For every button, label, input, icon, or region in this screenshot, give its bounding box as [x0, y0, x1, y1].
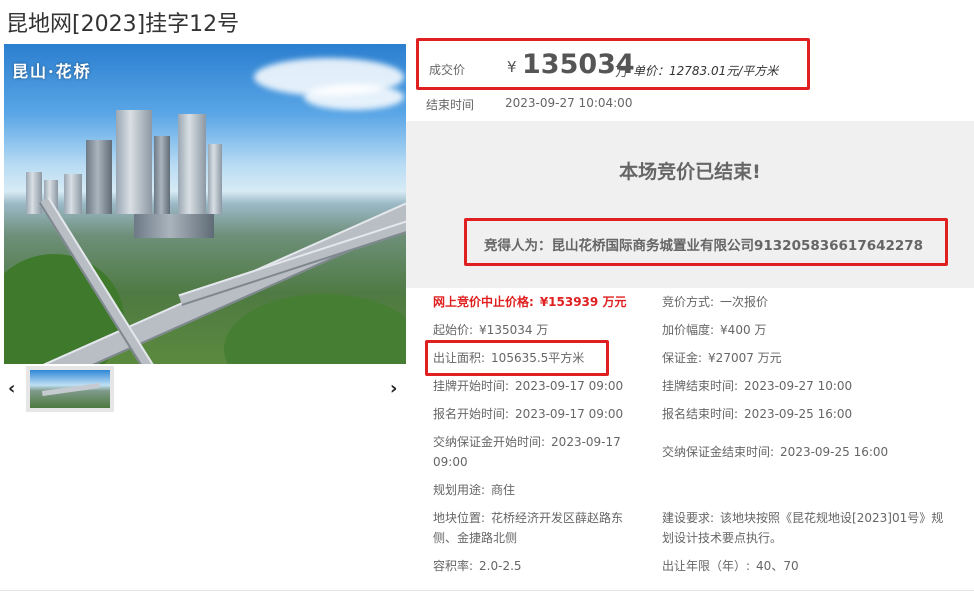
location-value: 花桥经济开发区薛赵路东 [491, 511, 624, 525]
location-value-line2: 侧、金捷路北侧 [433, 531, 518, 545]
bid-method-value: 一次报价 [720, 295, 769, 309]
divider [0, 590, 974, 591]
auction-ended-message: 本场竞价已结束! [619, 161, 761, 183]
deal-price-box: 成交价 ¥ 135034 万 单价：12783.01元/平方米 [416, 38, 810, 90]
main-photo[interactable]: 昆山·花桥 [4, 44, 406, 364]
cap-price-value: ¥153939 万元 [539, 295, 627, 309]
listing-start: 挂牌开始时间: 2023-09-17 09:00 [433, 376, 623, 396]
deposit-value: ¥27007 万元 [708, 351, 782, 365]
building [26, 172, 42, 214]
deposit-end-label: 交纳保证金结束时间: [662, 445, 775, 459]
signup-end: 报名结束时间: 2023-09-25 16:00 [662, 404, 852, 424]
cap-price-label: 网上竞价中止价格: [433, 295, 534, 309]
listing-end: 挂牌结束时间: 2023-09-27 10:00 [662, 376, 852, 396]
winner-text: 竞得人为：昆山花桥国际商务城置业有限公司913205836617642278 [484, 238, 924, 254]
deposit-end-value: 2023-09-25 16:00 [780, 445, 889, 459]
increment-label: 加价幅度: [662, 323, 715, 337]
start-price-value: ¥135034 万 [479, 323, 549, 337]
next-arrow-icon[interactable]: › [390, 378, 397, 399]
cloud [304, 84, 404, 110]
usage: 规划用途: 商住 [433, 480, 515, 500]
page-title: 昆地网[2023]挂字12号 [6, 12, 240, 37]
deposit: 保证金: ¥27007 万元 [662, 348, 782, 368]
requirement-line2: 划设计技术要点执行。 [662, 528, 782, 548]
deal-price-unit: 万 [615, 65, 629, 80]
location-line2: 侧、金捷路北侧 [433, 528, 517, 548]
building [64, 174, 82, 214]
prev-arrow-icon[interactable]: ‹ [8, 378, 15, 399]
listing-start-label: 挂牌开始时间: [433, 379, 510, 393]
bid-method-label: 竞价方式: [662, 295, 715, 309]
unit-price: 单价：12783.01元/平方米 [633, 64, 779, 78]
signup-start-label: 报名开始时间: [433, 407, 510, 421]
usage-label: 规划用途: [433, 483, 486, 497]
requirement: 建设要求: 该地块按照《昆花规地设[2023]01号》规 [662, 508, 943, 528]
building [86, 140, 112, 214]
cap-price: 网上竞价中止价格: ¥153939 万元 [433, 292, 626, 312]
requirement-value-line2: 划设计技术要点执行。 [662, 531, 783, 545]
building [134, 214, 214, 238]
deposit-start-label: 交纳保证金开始时间: [433, 435, 546, 449]
term: 出让年限（年）: 40、70 [662, 556, 799, 576]
start-price-label: 起始价: [433, 323, 474, 337]
term-value: 40、70 [756, 559, 799, 573]
listing-end-value: 2023-09-27 10:00 [744, 379, 853, 393]
area: 出让面积: 105635.5平方米 [433, 348, 584, 368]
building [116, 110, 152, 214]
requirement-value: 该地块按照《昆花规地设[2023]01号》规 [720, 511, 944, 525]
area-value: 105635.5平方米 [491, 351, 585, 365]
deposit-start: 交纳保证金开始时间: 2023-09-17 [433, 432, 621, 452]
end-time-label: 结束时间 [426, 98, 475, 112]
thumbnail-image [30, 370, 110, 408]
start-price: 起始价: ¥135034 万 [433, 320, 548, 340]
signup-start: 报名开始时间: 2023-09-17 09:00 [433, 404, 623, 424]
plot-ratio-label: 容积率: [433, 559, 474, 573]
increment: 加价幅度: ¥400 万 [662, 320, 766, 340]
currency-symbol: ¥ [507, 58, 517, 76]
photo-caption: 昆山·花桥 [12, 62, 92, 81]
usage-value: 商住 [491, 483, 516, 497]
term-label: 出让年限（年）: [662, 559, 751, 573]
auction-status-panel: 本场竞价已结束! 竞得人为：昆山花桥国际商务城置业有限公司91320583661… [406, 121, 974, 288]
building [178, 114, 206, 214]
winner-box: 竞得人为：昆山花桥国际商务城置业有限公司913205836617642278 [464, 218, 948, 266]
requirement-label: 建设要求: [662, 511, 715, 525]
plot-ratio-value: 2.0-2.5 [479, 559, 522, 573]
deposit-start-line2: 09:00 [433, 452, 468, 472]
deposit-label: 保证金: [662, 351, 703, 365]
building [208, 144, 222, 214]
plot-ratio: 容积率: 2.0-2.5 [433, 556, 522, 576]
signup-end-label: 报名结束时间: [662, 407, 739, 421]
signup-end-value: 2023-09-25 16:00 [744, 407, 853, 421]
end-time-value: 2023-09-27 10:04:00 [505, 96, 633, 110]
location-label: 地块位置: [433, 511, 486, 525]
deal-price-label: 成交价 [429, 63, 466, 77]
increment-value: ¥400 万 [720, 323, 767, 337]
listing-end-label: 挂牌结束时间: [662, 379, 739, 393]
deposit-start-value: 2023-09-17 [551, 435, 621, 449]
signup-start-value: 2023-09-17 09:00 [515, 407, 624, 421]
thumbnail[interactable] [26, 366, 114, 412]
listing-start-value: 2023-09-17 09:00 [515, 379, 624, 393]
bid-method: 竞价方式: 一次报价 [662, 292, 768, 312]
area-label: 出让面积: [433, 351, 486, 365]
deposit-start-value-line2: 09:00 [433, 455, 468, 469]
deposit-end: 交纳保证金结束时间: 2023-09-25 16:00 [662, 442, 888, 462]
building [154, 136, 170, 214]
location: 地块位置: 花桥经济开发区薛赵路东 [433, 508, 623, 528]
